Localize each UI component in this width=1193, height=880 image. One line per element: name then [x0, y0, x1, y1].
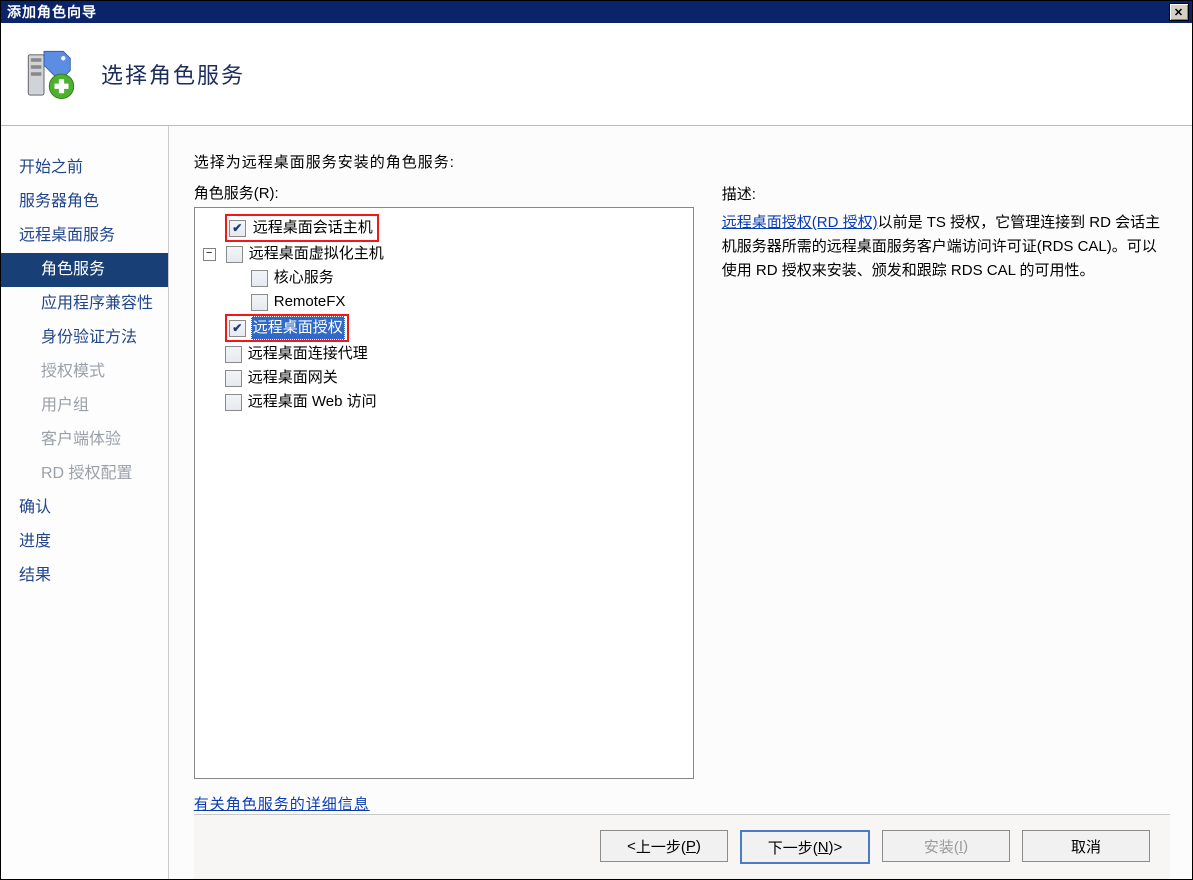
nav-rd-licensing-config: RD 授权配置: [1, 457, 168, 491]
nav-auth-method[interactable]: 身份验证方法: [1, 321, 168, 355]
instruction-text: 选择为远程桌面服务安装的角色服务:: [194, 151, 694, 172]
close-button[interactable]: ✕: [1169, 3, 1189, 21]
description-panel: 描述: 远程桌面授权(RD 授权)以前是 TS 授权，它管理连接到 RD 会话主…: [722, 151, 1170, 814]
page-title: 选择角色服务: [101, 58, 245, 90]
tree-row-web-access[interactable]: 远程桌面 Web 访问: [199, 390, 689, 414]
btn-text: 取消: [1071, 836, 1101, 857]
tree-row-connection-broker[interactable]: 远程桌面连接代理: [199, 342, 689, 366]
nav-licensing-mode: 授权模式: [1, 355, 168, 389]
content-pane: 选择为远程桌面服务安装的角色服务: 角色服务(R): 远程桌面会话主机: [169, 126, 1192, 879]
window-title: 添加角色向导: [7, 2, 97, 22]
btn-hotkey: P: [686, 838, 696, 855]
checkbox-web-access[interactable]: [225, 394, 242, 411]
wizard-icon: [1, 46, 101, 102]
close-icon: ✕: [1174, 6, 1184, 19]
wizard-body: 开始之前 服务器角色 远程桌面服务 角色服务 应用程序兼容性 身份验证方法 授权…: [1, 126, 1192, 879]
role-services-tree[interactable]: 远程桌面会话主机 − 远程桌面虚拟化主机 核心服务: [194, 207, 694, 779]
titlebar: 添加角色向导 ✕: [1, 1, 1192, 23]
nav-before-you-begin[interactable]: 开始之前: [1, 151, 168, 185]
chevron-left-icon: <: [627, 838, 636, 855]
cancel-button[interactable]: 取消: [1022, 830, 1150, 862]
tree-label: RemoteFX: [272, 290, 348, 314]
tree-row-virtualization-host[interactable]: − 远程桌面虚拟化主机: [199, 242, 689, 266]
checkbox-virtualization-host[interactable]: [226, 246, 243, 263]
nav-app-compat[interactable]: 应用程序兼容性: [1, 287, 168, 321]
footer: < 上一步(P) 下一步(N) > 安装(I) 取消: [194, 814, 1170, 879]
more-info-link[interactable]: 有关角色服务的详细信息: [194, 793, 694, 814]
description-title: 描述:: [722, 183, 1170, 207]
chevron-right-icon: >: [834, 839, 843, 856]
wizard-header: 选择角色服务: [1, 23, 1192, 126]
checkbox-session-host[interactable]: [229, 220, 246, 237]
checkbox-connection-broker[interactable]: [225, 346, 242, 363]
nav-client-experience: 客户端体验: [1, 423, 168, 457]
tree-label: 远程桌面网关: [246, 366, 340, 390]
description-link[interactable]: 远程桌面授权(RD 授权): [722, 214, 878, 231]
description-body: 远程桌面授权(RD 授权)以前是 TS 授权，它管理连接到 RD 会话主机服务器…: [722, 211, 1170, 283]
tree-row-gateway[interactable]: 远程桌面网关: [199, 366, 689, 390]
btn-text: 上一步(: [636, 836, 686, 857]
prev-button[interactable]: < 上一步(P): [600, 830, 728, 862]
btn-hotkey: N: [818, 839, 829, 856]
wizard-window: 添加角色向导 ✕ 选择角色服务: [0, 0, 1193, 880]
tree-row-session-host[interactable]: 远程桌面会话主机: [199, 214, 689, 242]
checkbox-gateway[interactable]: [225, 370, 242, 387]
role-services-label: 角色服务(R):: [194, 182, 694, 203]
btn-text-end: ): [696, 838, 701, 855]
install-button: 安装(I): [882, 830, 1010, 862]
tree-label: 核心服务: [272, 266, 336, 290]
checkbox-remotefx[interactable]: [251, 294, 268, 311]
nav-results[interactable]: 结果: [1, 559, 168, 593]
nav-progress[interactable]: 进度: [1, 525, 168, 559]
btn-text-end: ): [963, 838, 968, 855]
highlight-box: 远程桌面授权: [225, 314, 349, 342]
tree-row-remotefx[interactable]: RemoteFX: [199, 290, 689, 314]
tree-label: 远程桌面授权: [251, 316, 345, 340]
tree-row-rd-licensing[interactable]: 远程桌面授权: [199, 314, 689, 342]
sidebar: 开始之前 服务器角色 远程桌面服务 角色服务 应用程序兼容性 身份验证方法 授权…: [1, 126, 169, 879]
nav-user-groups: 用户组: [1, 389, 168, 423]
checkbox-rd-licensing[interactable]: [229, 320, 246, 337]
next-button[interactable]: 下一步(N) >: [740, 830, 870, 864]
nav-server-roles[interactable]: 服务器角色: [1, 185, 168, 219]
btn-text: 安装(: [924, 836, 959, 857]
highlight-box: 远程桌面会话主机: [225, 214, 379, 242]
tree-label: 远程桌面 Web 访问: [246, 390, 379, 414]
btn-text: 下一步(: [768, 837, 818, 858]
tree-label: 远程桌面连接代理: [246, 342, 370, 366]
expander-icon[interactable]: −: [203, 248, 216, 261]
nav-remote-desktop-services[interactable]: 远程桌面服务: [1, 219, 168, 253]
checkbox-core-services[interactable]: [251, 270, 268, 287]
tree-row-core-services[interactable]: 核心服务: [199, 266, 689, 290]
nav-confirmation[interactable]: 确认: [1, 491, 168, 525]
tree-label: 远程桌面虚拟化主机: [247, 242, 386, 266]
tree-label: 远程桌面会话主机: [251, 216, 375, 240]
nav-role-services[interactable]: 角色服务: [1, 253, 168, 287]
